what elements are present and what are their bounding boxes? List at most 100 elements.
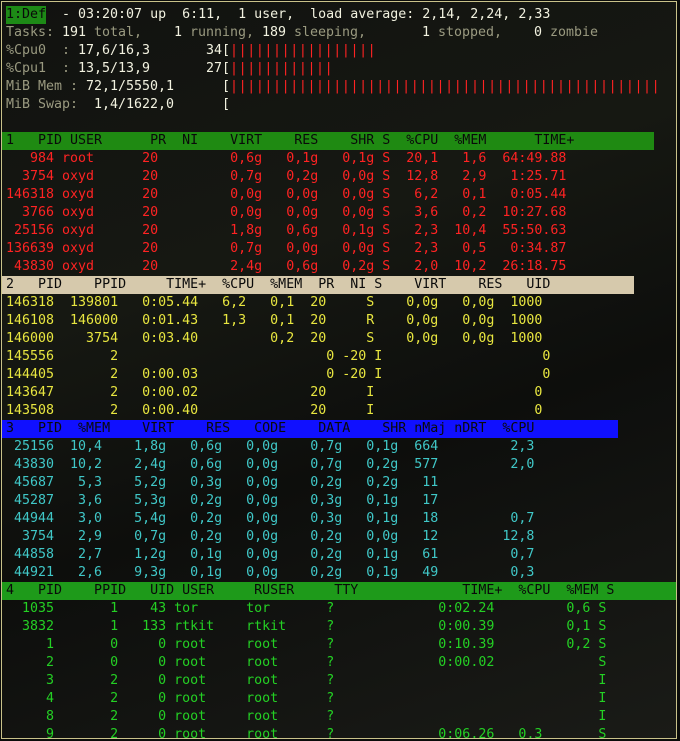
- swap-line: MiB Swap: 1,4/1622,0 [: [2, 96, 676, 114]
- process-row[interactable]: 43830 oxyd 20 2,4g 0,6g 0,2g S 2,0 10,2 …: [2, 258, 676, 276]
- process-row[interactable]: 3 2 0 root root ? I: [2, 672, 676, 690]
- process-row-text: 146318 oxyd 20 0,0g 0,0g 0,0g S 6,2 0,1 …: [6, 187, 567, 202]
- mem-bracket: [: [222, 79, 231, 94]
- process-row[interactable]: 3754 oxyd 20 0,7g 0,2g 0,0g S 12,8 2,9 1…: [2, 168, 676, 186]
- process-row-text: 1 0 0 root root ? 0:10.39 0,2 S: [6, 637, 607, 652]
- cpu0-usage-bar: |||||||||||||||||: [230, 43, 377, 58]
- process-row-text: 3766 oxyd 20 0,0g 0,0g 0,0g S 3,6 0,2 10…: [6, 205, 567, 220]
- window-tab-label[interactable]: 1:Def: [6, 6, 47, 24]
- tasks-total: 191: [54, 25, 87, 40]
- process-row[interactable]: 9 2 0 root root ? 0:06.26 0,3 S: [2, 726, 676, 739]
- process-row[interactable]: 146318 139801 0:05.44 6,2 0,1 20 S 0,0g …: [2, 294, 676, 312]
- mem-usage-bar: ||||||||||||||||||||||||||||||||||||||||…: [230, 79, 661, 94]
- process-row-text: 3832 1 133 rtkit rtkit ? 0:00.39 0,1 S: [6, 619, 607, 634]
- process-row[interactable]: 44944 3,0 5,4g 0,2g 0,0g 0,3g 0,1g 18 0,…: [2, 510, 676, 528]
- process-row-text: 136639 oxyd 20 0,7g 0,0g 0,0g S 2,3 0,5 …: [6, 241, 567, 256]
- process-row[interactable]: 43830 10,2 2,4g 0,6g 0,0g 0,7g 0,2g 577 …: [2, 456, 676, 474]
- win1-header-text: 1 PID USER PR NI VIRT RES SHR S %CPU %ME…: [6, 133, 575, 148]
- process-row-text: 4 2 0 root root ? I: [6, 691, 607, 706]
- process-row-text: 146318 139801 0:05.44 6,2 0,1 20 S 0,0g …: [6, 295, 543, 310]
- tasks-label: Tasks:: [6, 25, 55, 40]
- mem-label: MiB Mem :: [6, 79, 79, 94]
- process-row[interactable]: 143647 2 0:00.02 20 I 0: [2, 384, 676, 402]
- process-row[interactable]: 143508 2 0:00.40 20 I 0: [2, 402, 676, 420]
- process-row[interactable]: 146108 146000 0:01.43 1,3 0,1 20 R 0,0g …: [2, 312, 676, 330]
- process-row[interactable]: 3754 2,9 0,7g 0,2g 0,0g 0,2g 0,0g 12 12,…: [2, 528, 676, 546]
- process-row-text: 45287 3,6 5,3g 0,2g 0,0g 0,3g 0,1g 17: [6, 493, 439, 508]
- cpu0-line: %Cpu0 : 17,6/16,3 34[ |||||||||||||||||: [2, 42, 676, 60]
- cpu0-percent: 34[: [206, 43, 231, 58]
- process-row-text: 3 2 0 root root ? I: [6, 673, 607, 688]
- win4-header-text: 4 PID PPID UID USER RUSER TTY TIME+ %CPU…: [6, 583, 615, 598]
- process-row-text: 146000 3754 0:03.40 0,2 20 S 0,0g 0,0g 1…: [6, 331, 543, 346]
- process-row-text: 984 root 20 0,6g 0,1g 0,1g S 20,1 1,6 64…: [6, 151, 567, 166]
- process-row-text: 44921 2,6 9,3g 0,1g 0,0g 0,2g 0,1g 49 0,…: [6, 565, 535, 580]
- process-row[interactable]: 8 2 0 root root ? I: [2, 708, 676, 726]
- process-row[interactable]: 4 2 0 root root ? I: [2, 690, 676, 708]
- cpu1-percent: 27[: [206, 61, 231, 76]
- process-row-text: 3754 oxyd 20 0,7g 0,2g 0,0g S 12,8 2,9 1…: [6, 169, 567, 184]
- tasks-zombie-label: zombie: [542, 25, 599, 40]
- process-row[interactable]: 45287 3,6 5,3g 0,2g 0,0g 0,3g 0,1g 17: [2, 492, 676, 510]
- process-row-text: 145556 2 0 -20 I 0: [6, 349, 551, 364]
- process-row-text: 8 2 0 root root ? I: [6, 709, 607, 724]
- process-row[interactable]: 984 root 20 0,6g 0,1g 0,1g S 20,1 1,6 64…: [2, 150, 676, 168]
- tasks-stopped-label: stopped,: [430, 25, 503, 40]
- mem-values: 72,1/5550,1: [78, 79, 175, 94]
- process-row-text: 9 2 0 root root ? 0:06.26 0,3 S: [6, 727, 607, 739]
- process-row-text: 44944 3,0 5,4g 0,2g 0,0g 0,3g 0,1g 18 0,…: [6, 511, 535, 526]
- cpu1-line: %Cpu1 : 13,5/13,9 27[ ||||||||||||: [2, 60, 676, 78]
- process-row-text: 43830 oxyd 20 2,4g 0,6g 0,2g S 2,0 10,2 …: [6, 259, 567, 274]
- process-row[interactable]: 45687 5,3 5,2g 0,3g 0,0g 0,2g 0,2g 11: [2, 474, 676, 492]
- win3-column-header[interactable]: 3 PID %MEM VIRT RES CODE DATA SHR nMaj n…: [2, 420, 618, 438]
- tasks-sleeping: 189: [254, 25, 287, 40]
- process-row[interactable]: 2 0 0 root root ? 0:00.02 S: [2, 654, 676, 672]
- process-row[interactable]: 3766 oxyd 20 0,0g 0,0g 0,0g S 3,6 0,2 10…: [2, 204, 676, 222]
- tasks-sleeping-label: sleeping,: [286, 25, 367, 40]
- terminal-window[interactable]: 1:Def - 03:20:07 up 6:11, 1 user, load a…: [1, 1, 677, 739]
- process-row[interactable]: 1035 1 43 tor tor ? 0:02.24 0,6 S: [2, 600, 676, 618]
- process-row[interactable]: 3832 1 133 rtkit rtkit ? 0:00.39 0,1 S: [2, 618, 676, 636]
- summary-uptime-line: 1:Def - 03:20:07 up 6:11, 1 user, load a…: [2, 6, 676, 24]
- process-row[interactable]: 146318 oxyd 20 0,0g 0,0g 0,0g S 6,2 0,1 …: [2, 186, 676, 204]
- tasks-running: 1: [150, 25, 183, 40]
- process-row-text: 2 0 0 root root ? 0:00.02 S: [6, 655, 607, 670]
- process-row-text: 44858 2,7 1,2g 0,1g 0,0g 0,2g 0,1g 61 0,…: [6, 547, 535, 562]
- cpu1-label: %Cpu1 :: [6, 61, 71, 76]
- summary-tasks-line: Tasks: 191 total, 1 running, 189 sleepin…: [2, 24, 676, 42]
- win4-column-header[interactable]: 4 PID PPID UID USER RUSER TTY TIME+ %CPU…: [2, 582, 676, 600]
- memory-line: MiB Mem : 72,1/5550,1 [ ||||||||||||||||…: [2, 78, 676, 96]
- cpu1-usage-bar: ||||||||||||: [230, 61, 334, 76]
- tasks-total-label: total,: [86, 25, 143, 40]
- process-row[interactable]: 146000 3754 0:03.40 0,2 20 S 0,0g 0,0g 1…: [2, 330, 676, 348]
- process-row[interactable]: 145556 2 0 -20 I 0: [2, 348, 676, 366]
- process-row-text: 43830 10,2 2,4g 0,6g 0,0g 0,7g 0,2g 577 …: [6, 457, 535, 472]
- process-row[interactable]: 25156 10,4 1,8g 0,6g 0,0g 0,7g 0,1g 664 …: [2, 438, 676, 456]
- process-row-text: 144405 2 0:00.03 0 -20 I 0: [6, 367, 551, 382]
- process-row-text: 45687 5,3 5,2g 0,3g 0,0g 0,2g 0,2g 11: [6, 475, 439, 490]
- process-row-text: 143508 2 0:00.40 20 I 0: [6, 403, 543, 418]
- process-row[interactable]: 144405 2 0:00.03 0 -20 I 0: [2, 366, 676, 384]
- cpu0-label: %Cpu0 :: [6, 43, 71, 58]
- process-row[interactable]: 1 0 0 root root ? 0:10.39 0,2 S: [2, 636, 676, 654]
- process-row-text: 3754 2,9 0,7g 0,2g 0,0g 0,2g 0,0g 12 12,…: [6, 529, 535, 544]
- process-row[interactable]: 44921 2,6 9,3g 0,1g 0,0g 0,2g 0,1g 49 0,…: [2, 564, 676, 582]
- cpu0-values: 17,6/16,3: [70, 43, 151, 58]
- process-row-text: 1035 1 43 tor tor ? 0:02.24 0,6 S: [6, 601, 607, 616]
- win2-column-header[interactable]: 2 PID PPID TIME+ %CPU %MEM PR NI S VIRT …: [2, 276, 634, 294]
- tasks-running-label: running,: [182, 25, 255, 40]
- process-row-text: 146108 146000 0:01.43 1,3 0,1 20 R 0,0g …: [6, 313, 543, 328]
- uptime-text: - 03:20:07 up 6:11, 1 user, load average…: [54, 7, 551, 22]
- win2-header-text: 2 PID PPID TIME+ %CPU %MEM PR NI S VIRT …: [6, 277, 551, 292]
- process-row[interactable]: 44858 2,7 1,2g 0,1g 0,0g 0,2g 0,1g 61 0,…: [2, 546, 676, 564]
- tasks-zombie: 0: [510, 25, 543, 40]
- process-row-text: 143647 2 0:00.02 20 I 0: [6, 385, 543, 400]
- process-row[interactable]: 25156 oxyd 20 1,8g 0,6g 0,1g S 2,3 10,4 …: [2, 222, 676, 240]
- cpu1-values: 13,5/13,9: [70, 61, 151, 76]
- process-row[interactable]: 136639 oxyd 20 0,7g 0,0g 0,0g S 2,3 0,5 …: [2, 240, 676, 258]
- win1-column-header[interactable]: 1 PID USER PR NI VIRT RES SHR S %CPU %ME…: [2, 132, 654, 150]
- swap-label: MiB Swap:: [6, 97, 79, 112]
- swap-bracket: [: [222, 97, 231, 112]
- tasks-stopped: 1: [398, 25, 431, 40]
- process-row-text: 25156 10,4 1,8g 0,6g 0,0g 0,7g 0,1g 664 …: [6, 439, 535, 454]
